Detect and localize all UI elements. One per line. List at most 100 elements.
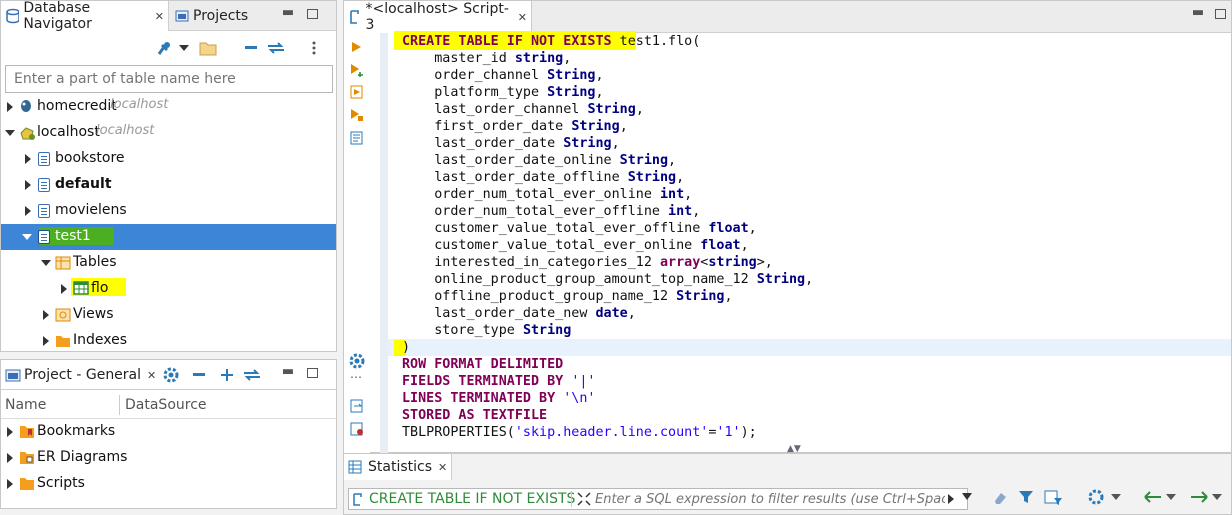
new-connection-icon[interactable] [155,41,171,57]
maximize-icon[interactable] [307,9,318,19]
filter-settings-icon[interactable] [1044,489,1064,505]
eraser-icon[interactable] [992,490,1008,506]
arrow-right-icon[interactable] [1190,491,1208,503]
filter-input[interactable] [595,489,945,509]
expand-arrow-icon[interactable] [7,427,13,437]
expand-arrow-icon[interactable] [43,336,49,346]
column-divider[interactable] [119,395,120,415]
expand-arrow-icon[interactable] [25,206,31,216]
close-icon[interactable]: ✕ [147,369,156,382]
query-label[interactable]: CREATE TABLE IF NOT EXISTS [369,491,575,507]
execute-script-new-tab-icon[interactable] [350,108,364,122]
tree-item-movielens[interactable]: movielens [1,198,336,224]
tree-item-label: Views [73,306,114,322]
tree-item-flo[interactable]: flo [1,276,336,302]
tab-script-3[interactable]: *<localhost> Script-3 ✕ [344,1,532,33]
tree-item-localhost[interactable]: localhost localhost [1,120,336,146]
tree-item-indexes[interactable]: Indexes [1,328,336,352]
expand-arrow-icon[interactable] [25,180,31,190]
close-icon[interactable]: ✕ [438,461,447,474]
current-line-highlight [388,339,1231,356]
code-line: last_order_date_new date, [402,306,636,321]
tree-item-views[interactable]: Views [1,302,336,328]
tab-statistics[interactable]: Statistics ✕ [344,454,453,480]
execute-script-icon[interactable] [350,85,364,99]
folder-icon [56,336,70,347]
gear-icon[interactable] [163,367,179,383]
maximize-icon[interactable] [1215,9,1226,19]
more-options-icon[interactable] [311,40,317,56]
chevron-down-icon[interactable] [1212,494,1222,502]
expand-arrow-icon[interactable] [43,310,49,320]
sql-query-icon [353,493,362,506]
expand-arrow-icon[interactable] [7,453,13,463]
new-folder-icon[interactable] [199,40,217,56]
expand-arrow-icon[interactable] [7,479,13,489]
tree-item-tables[interactable]: Tables [1,250,336,276]
chevron-down-icon[interactable] [961,492,973,502]
tab-projects[interactable]: Projects [171,1,252,31]
code-line: order_num_total_ever_online int, [402,187,693,202]
tab-database-navigator[interactable]: Database Navigator ✕ [1,0,169,32]
tree-item-label: movielens [55,202,127,218]
statistics-panel: Statistics ✕ CREATE TABLE IF NOT EXISTS [343,453,1232,515]
close-icon[interactable]: ✕ [155,10,164,23]
tree-item-homecredit[interactable]: homecredit localhost [1,94,336,120]
tree-item-label: homecredit [37,98,117,114]
execute-statement-new-tab-icon[interactable] [350,63,364,77]
arrow-left-icon[interactable] [1144,491,1162,503]
tree-item-test1[interactable]: test1 [1,224,336,250]
gear-icon[interactable] [349,353,365,369]
database-icon [6,8,20,24]
minimize-icon[interactable]: ▬ [281,365,295,380]
filter-icon[interactable] [1018,489,1034,505]
link-with-editor-icon[interactable] [267,41,285,55]
minimize-icon[interactable]: ▬ [281,6,295,21]
bookmarks-folder-icon [20,426,34,438]
expand-arrow-icon[interactable] [25,154,31,164]
explain-plan-icon[interactable] [350,131,364,145]
code-line: offline_product_group_name_12 String, [402,289,733,304]
tree-item-bookstore[interactable]: bookstore [1,146,336,172]
filter-bar: CREATE TABLE IF NOT EXISTS [348,488,968,510]
collapse-arrow-icon[interactable] [41,260,51,266]
tree-item-scripts[interactable]: Scripts [1,471,336,497]
chevron-right-icon[interactable] [947,494,955,504]
import-icon[interactable] [350,422,364,436]
tree-item-label: test1 [55,228,91,244]
code-line: order_channel String, [402,68,604,83]
code-line: master_id string, [402,51,572,66]
expand-filter-icon[interactable] [577,492,591,506]
close-icon[interactable]: ✕ [518,11,527,24]
tree-item-default[interactable]: default [1,172,336,198]
maximize-icon[interactable] [307,368,318,378]
collapse-all-icon[interactable] [243,42,259,54]
code-line: last_order_date String, [402,136,620,151]
collapse-all-icon[interactable] [191,369,207,381]
add-icon[interactable] [219,367,235,383]
code-line: TBLPROPERTIES('skip.header.line.count'='… [402,425,757,440]
expand-arrow-icon[interactable] [61,284,67,294]
chevron-down-icon[interactable] [1166,494,1176,502]
execute-statement-icon[interactable] [350,41,362,53]
tree-item-label: Bookmarks [37,423,116,439]
tree-item-er-diagrams[interactable]: ER Diagrams [1,445,336,471]
projects-icon [175,10,189,22]
tree-item-bookmarks[interactable]: Bookmarks [1,419,336,445]
table-search-input[interactable] [5,65,333,93]
collapse-arrow-icon[interactable] [5,130,15,136]
refresh-settings-icon[interactable] [1088,489,1104,505]
schema-icon [38,178,50,192]
collapse-arrow-icon[interactable] [22,234,32,240]
column-header-name[interactable]: Name [5,397,46,413]
minimize-icon[interactable]: ▬ [1191,6,1205,21]
chevron-down-icon[interactable] [179,45,189,53]
link-with-editor-icon[interactable] [243,368,261,382]
chevron-down-icon[interactable] [1111,494,1121,502]
separator [571,491,572,507]
expand-arrow-icon[interactable] [7,102,13,112]
column-header-datasource[interactable]: DataSource [125,397,207,413]
export-icon[interactable] [350,399,364,413]
tab-project-general[interactable]: Project - General ✕ [1,360,160,390]
more-icon[interactable]: ⋯ [350,370,362,384]
